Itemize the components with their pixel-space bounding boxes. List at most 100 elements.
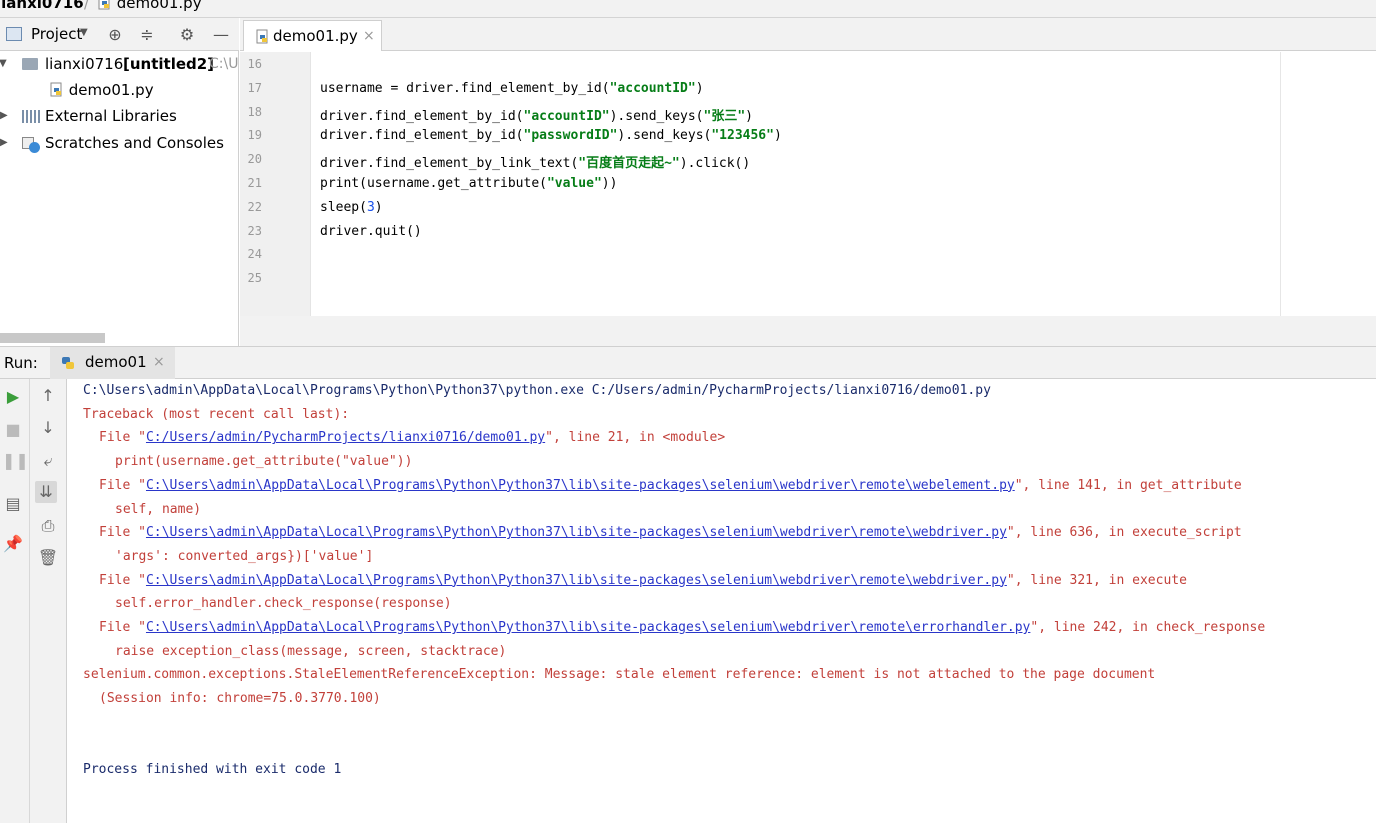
tab-demo01[interactable]: demo01.py × bbox=[243, 20, 382, 51]
line-number: 23 bbox=[247, 223, 262, 238]
console-text: (Session info: chrome=75.0.3770.100) bbox=[99, 691, 381, 707]
trash-icon[interactable]: 🗑 bbox=[37, 547, 59, 569]
console-text: File " bbox=[99, 430, 146, 446]
line-number: 22 bbox=[247, 199, 262, 214]
console-text: ", line 242, in check_response bbox=[1030, 620, 1266, 635]
project-tool-window: Project ▼ ⊕ ≑ ⚙ — ▼ lianxi0716 [untitled… bbox=[0, 18, 239, 346]
console-text: ", line 321, in execute bbox=[1006, 572, 1187, 588]
tree-item-label: demo01.py bbox=[68, 81, 154, 99]
file-link[interactable]: C:\Users\admin\AppData\Local\Programs\Py… bbox=[146, 525, 1007, 540]
string-literal: "123456" bbox=[711, 128, 774, 144]
code-editor[interactable]: username = driver.find_element_by_id("ac… bbox=[311, 52, 1376, 316]
console-text: File " bbox=[99, 477, 146, 493]
code-line: driver.find_element_by_id("accountID").s… bbox=[320, 105, 753, 124]
file-link[interactable]: C:\Users\admin\AppData\Local\Programs\Py… bbox=[146, 573, 1007, 588]
code-token: sleep( bbox=[320, 199, 367, 215]
minimize-icon[interactable]: — bbox=[210, 24, 232, 46]
navigation-bar: lianxi0716 / demo01.py bbox=[0, 0, 1376, 18]
console-line: File "C:\Users\admin\AppData\Local\Progr… bbox=[99, 525, 1242, 540]
pin-icon[interactable]: 📌 bbox=[2, 533, 24, 555]
console-line: File "C:\Users\admin\AppData\Local\Progr… bbox=[99, 573, 1187, 588]
line-number: 16 bbox=[247, 57, 262, 71]
folder-icon bbox=[22, 58, 38, 70]
code-line: driver.quit() bbox=[320, 224, 422, 239]
pause-icon[interactable]: ❚❚ bbox=[2, 450, 29, 472]
project-toolbar: Project ▼ ⊕ ≑ ⚙ — bbox=[0, 18, 239, 51]
run-tool-window-header: Run: demo01 × bbox=[0, 346, 1376, 379]
string-literal: "百度首页走起~" bbox=[578, 156, 680, 172]
console-output[interactable]: C:\Users\admin\AppData\Local\Programs\Py… bbox=[67, 379, 1376, 823]
close-icon[interactable]: × bbox=[363, 28, 375, 44]
string-literal: "张三" bbox=[703, 108, 746, 124]
console-line: File "C:\Users\admin\AppData\Local\Progr… bbox=[99, 478, 1242, 493]
code-token: ).send_keys( bbox=[617, 128, 712, 144]
line-number: 25 bbox=[247, 271, 262, 286]
console-line: Traceback (most recent call last): bbox=[83, 407, 349, 422]
run-tab-demo01[interactable]: demo01 × bbox=[50, 347, 175, 379]
code-token: ).click() bbox=[679, 156, 751, 172]
console-text: self, name) bbox=[115, 501, 202, 517]
console-text: ", line 636, in execute_script bbox=[1006, 525, 1242, 541]
collapse-all-icon[interactable]: ≑ bbox=[136, 24, 158, 46]
stop-icon[interactable]: ■ bbox=[2, 419, 24, 441]
console-text: print(username.get_attribute("value")) bbox=[115, 454, 413, 470]
layout-icon[interactable]: ▤ bbox=[2, 493, 24, 515]
python-file-icon bbox=[256, 29, 268, 44]
code-token: ).send_keys( bbox=[609, 108, 704, 124]
soft-wrap-icon[interactable]: ⤶ bbox=[37, 450, 59, 472]
tab-label: demo01.py bbox=[273, 27, 358, 45]
console-line: selenium.common.exceptions.StaleElementR… bbox=[83, 667, 1155, 682]
python-icon bbox=[62, 357, 74, 369]
arrow-up-icon[interactable]: ↑ bbox=[37, 385, 59, 407]
collapsed-arrow-icon[interactable]: ▶ bbox=[0, 104, 8, 128]
run-toolbar-secondary: ↑ ↓ ⤶ ⇊ ⎙ 🗑 bbox=[30, 379, 67, 823]
run-label: Run: bbox=[4, 354, 38, 372]
console-line: self.error_handler.check_response(respon… bbox=[115, 596, 452, 611]
code-token: driver.quit() bbox=[320, 223, 422, 239]
console-text: 'args': converted_args})['value'] bbox=[115, 548, 374, 564]
console-line: File "C:/Users/admin/PycharmProjects/lia… bbox=[99, 430, 725, 445]
expanded-arrow-icon[interactable]: ▼ bbox=[0, 52, 7, 76]
print-icon[interactable]: ⎙ bbox=[37, 515, 59, 537]
clock-icon bbox=[29, 142, 40, 153]
arrow-down-icon[interactable]: ↓ bbox=[37, 417, 59, 439]
code-token: driver.find_element_by_id( bbox=[320, 108, 524, 124]
close-icon[interactable]: × bbox=[153, 354, 165, 370]
run-toolbar-primary: ▶ ■ ❚❚ ▤ 📌 bbox=[0, 379, 30, 823]
number-literal: 3 bbox=[366, 199, 375, 215]
python-file-icon bbox=[98, 0, 110, 10]
editor-bottom-area bbox=[240, 316, 1376, 346]
line-number: 17 bbox=[247, 80, 262, 95]
horizontal-scrollbar[interactable] bbox=[0, 333, 105, 343]
scroll-to-end-icon[interactable]: ⇊ bbox=[35, 481, 57, 503]
breadcrumb-file[interactable]: demo01.py bbox=[98, 0, 202, 12]
file-link[interactable]: C:\Users\admin\AppData\Local\Programs\Py… bbox=[146, 478, 1015, 493]
code-token: ) bbox=[773, 128, 782, 144]
console-line: Process finished with exit code 1 bbox=[83, 762, 341, 777]
rerun-icon[interactable]: ▶ bbox=[2, 386, 24, 408]
chevron-down-icon[interactable]: ▼ bbox=[80, 27, 88, 38]
console-text: ", line 141, in get_attribute bbox=[1014, 477, 1242, 493]
code-token: )) bbox=[601, 176, 618, 191]
library-icon bbox=[22, 110, 40, 123]
project-root-label: lianxi0716 bbox=[45, 55, 124, 73]
collapsed-arrow-icon[interactable]: ▶ bbox=[0, 131, 8, 155]
console-line: C:\Users\admin\AppData\Local\Programs\Py… bbox=[83, 383, 991, 398]
console-text: File " bbox=[99, 572, 146, 588]
console-text: selenium.common.exceptions.StaleElementR… bbox=[83, 667, 1156, 683]
code-token: print(username.get_attribute( bbox=[320, 176, 547, 191]
string-literal: "accountID" bbox=[609, 80, 696, 96]
locate-icon[interactable]: ⊕ bbox=[104, 24, 126, 46]
code-token: ) bbox=[695, 80, 704, 96]
file-link[interactable]: C:/Users/admin/PycharmProjects/lianxi071… bbox=[146, 430, 545, 445]
project-view-selector[interactable]: Project bbox=[31, 25, 82, 43]
breadcrumb-project[interactable]: lianxi0716 bbox=[0, 0, 84, 12]
console-line: raise exception_class(message, screen, s… bbox=[115, 644, 506, 659]
console-text: self.error_handler.check_response(respon… bbox=[115, 596, 452, 612]
console-text: File " bbox=[99, 620, 146, 635]
console-text: C:\Users\admin\AppData\Local\Programs\Py… bbox=[83, 383, 991, 398]
file-link[interactable]: C:\Users\admin\AppData\Local\Programs\Py… bbox=[146, 620, 1030, 635]
tree-item-demo01[interactable]: demo01.py bbox=[50, 78, 154, 102]
gear-icon[interactable]: ⚙ bbox=[176, 24, 198, 46]
console-text: ", line 21, in <module> bbox=[545, 430, 726, 446]
